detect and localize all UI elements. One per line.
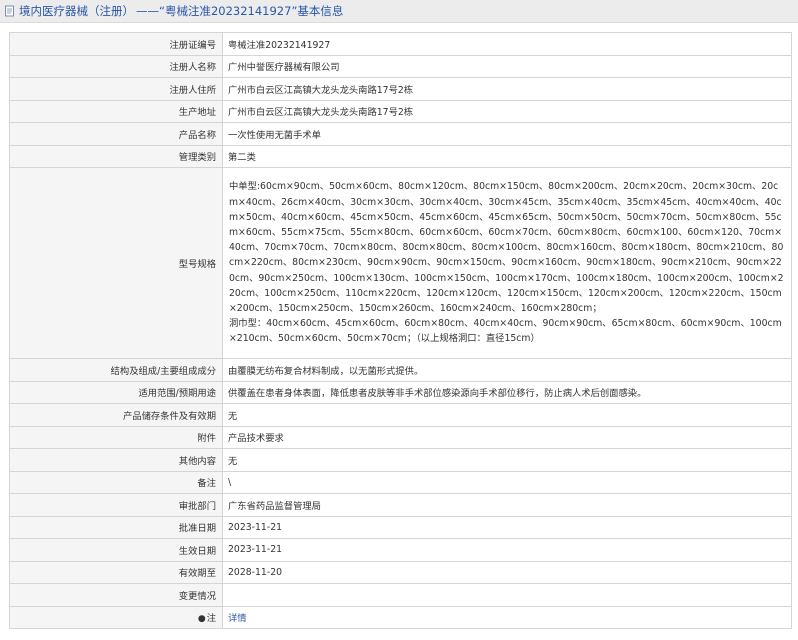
- field-label: 审批部门: [9, 493, 223, 517]
- table-row: 生效日期 2023-11-21: [9, 538, 792, 562]
- field-label: 备注: [9, 470, 223, 494]
- field-value: 2023-11-21: [222, 515, 792, 539]
- spec-hole-towel-types: 洞巾型：40cm×60cm、45cm×60cm、60cm×80cm、40cm×4…: [229, 318, 782, 345]
- table-row: 结构及组成/主要组成成分 由覆膜无纺布复合材料制成，以无菌形式提供。: [9, 358, 792, 382]
- table-row: 管理类别 第二类: [9, 144, 792, 168]
- field-value: 广东省药品监督管理局: [222, 493, 792, 517]
- table-row: 变更情况: [9, 583, 792, 607]
- note-value: 详情: [222, 605, 792, 629]
- table-row: 产品储存条件及有效期 无: [9, 403, 792, 427]
- field-label: 其他内容: [9, 448, 223, 472]
- field-value: 由覆膜无纺布复合材料制成，以无菌形式提供。: [222, 358, 792, 382]
- field-label: 产品名称: [9, 122, 223, 146]
- field-value: 一次性使用无菌手术单: [222, 122, 792, 146]
- table-row: 注册证编号 粤械注准20232141927: [9, 32, 792, 56]
- table-row: 附件 产品技术要求: [9, 425, 792, 449]
- header-title: “粤械注准20232141927”基本信息: [159, 4, 344, 18]
- field-value: 2028-11-20: [222, 560, 792, 584]
- field-label: 附件: [9, 425, 223, 449]
- field-value: 产品技术要求: [222, 425, 792, 449]
- note-label: ●注: [9, 605, 223, 629]
- table-row: 生产地址 广州市白云区江高镇大龙头龙头南路17号2栋: [9, 99, 792, 123]
- field-value: \: [222, 470, 792, 494]
- table-row: 批准日期 2023-11-21: [9, 515, 792, 539]
- field-label: 生产地址: [9, 99, 223, 123]
- table-row: 适用范围/预期用途 供覆盖在患者身体表面，降低患者皮肤等非手术部位感染源向手术部…: [9, 380, 792, 404]
- field-label: 管理类别: [9, 144, 223, 168]
- field-value: [222, 583, 792, 607]
- header-separator: ——: [136, 4, 159, 18]
- spec-drape-types: 中单型:60cm×90cm、50cm×60cm、80cm×120cm、80cm×…: [229, 181, 784, 314]
- field-value: 无: [222, 403, 792, 427]
- details-link[interactable]: 详情: [228, 613, 247, 624]
- field-value: 2023-11-21: [222, 538, 792, 562]
- field-label: 生效日期: [9, 538, 223, 562]
- table-row: 注册人住所 广州市白云区江高镇大龙头龙头南路17号2栋: [9, 77, 792, 101]
- field-value: 第二类: [222, 144, 792, 168]
- table-row: 其他内容 无: [9, 448, 792, 472]
- table-row: 注册人名称 广州中誉医疗器械有限公司: [9, 54, 792, 78]
- table-row: 有效期至 2028-11-20: [9, 560, 792, 584]
- field-value: 供覆盖在患者身体表面，降低患者皮肤等非手术部位感染源向手术部位移行，防止病人术后…: [222, 380, 792, 404]
- table-row-spec: 型号规格 中单型:60cm×90cm、50cm×60cm、80cm×120cm、…: [9, 167, 792, 359]
- field-value: 广州中誉医疗器械有限公司: [222, 54, 792, 78]
- field-value: 广州市白云区江高镇大龙头龙头南路17号2栋: [222, 99, 792, 123]
- field-label: 变更情况: [9, 583, 223, 607]
- field-label: 结构及组成/主要组成成分: [9, 358, 223, 382]
- field-label: 注册证编号: [9, 32, 223, 56]
- page-header: 境内医疗器械（注册） —— “粤械注准20232141927”基本信息: [0, 0, 798, 23]
- header-section[interactable]: 境内医疗器械（注册）: [19, 0, 134, 22]
- pin-icon: ●: [197, 614, 206, 625]
- field-value: 无: [222, 448, 792, 472]
- document-icon: [5, 5, 14, 17]
- registration-info-table: 注册证编号 粤械注准20232141927 注册人名称 广州中誉医疗器械有限公司…: [9, 32, 792, 629]
- table-row: 备注 \: [9, 470, 792, 494]
- field-label: 有效期至: [9, 560, 223, 584]
- field-label: 注册人名称: [9, 54, 223, 78]
- spec-value: 中单型:60cm×90cm、50cm×60cm、80cm×120cm、80cm×…: [222, 167, 792, 359]
- table-row: 审批部门 广东省药品监督管理局: [9, 493, 792, 517]
- field-label: 型号规格: [9, 167, 223, 359]
- table-row: 产品名称 一次性使用无菌手术单: [9, 122, 792, 146]
- field-label: 适用范围/预期用途: [9, 380, 223, 404]
- field-label: 注册人住所: [9, 77, 223, 101]
- field-label: 批准日期: [9, 515, 223, 539]
- note-label-text: 注: [206, 613, 216, 625]
- field-label: 产品储存条件及有效期: [9, 403, 223, 427]
- field-value: 广州市白云区江高镇大龙头龙头南路17号2栋: [222, 77, 792, 101]
- table-row: ●注 详情: [9, 605, 792, 629]
- field-value: 粤械注准20232141927: [222, 32, 792, 56]
